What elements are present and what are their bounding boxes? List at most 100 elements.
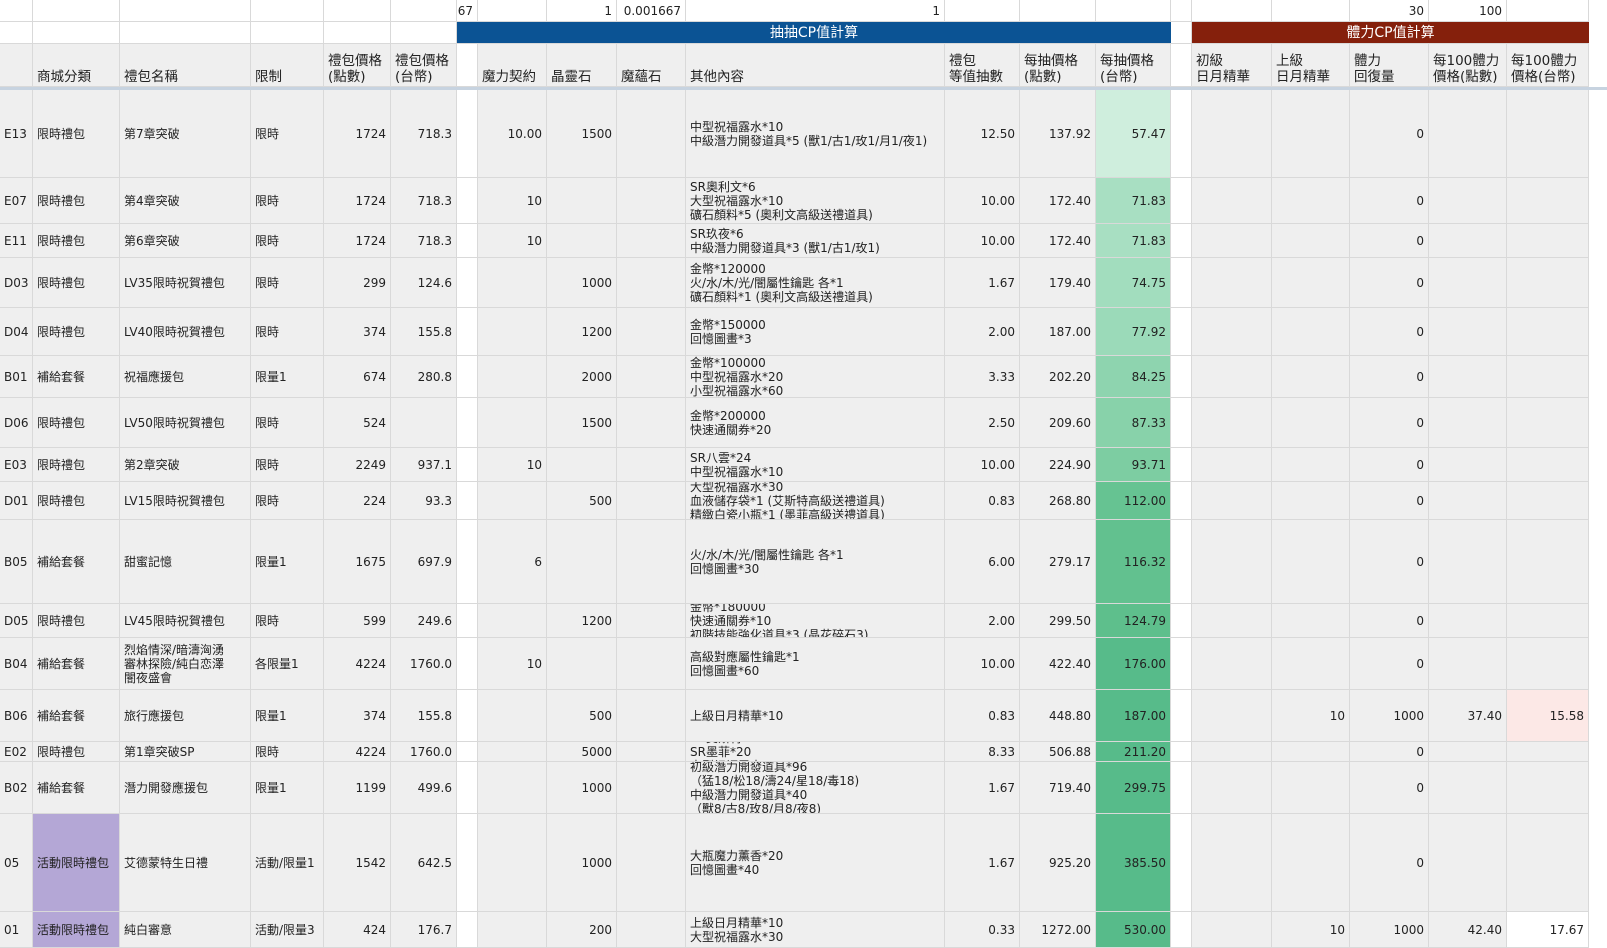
- contract-cell[interactable]: 6: [478, 520, 547, 604]
- upper-essence-cell[interactable]: 10: [1272, 690, 1350, 742]
- row-id[interactable]: D03: [0, 258, 33, 308]
- stamina-twd-cell[interactable]: [1507, 178, 1589, 224]
- per-draw-points-cell[interactable]: 202.20: [1020, 356, 1096, 398]
- row-id[interactable]: D05: [0, 604, 33, 638]
- contract-cell[interactable]: 10: [478, 178, 547, 224]
- upper-essence-cell[interactable]: [1272, 178, 1350, 224]
- per-draw-twd-cell[interactable]: 84.25: [1096, 356, 1171, 398]
- other-contents-cell[interactable]: 金幣*200000 快速通關券*20: [686, 398, 945, 448]
- stamina-cell[interactable]: 0: [1350, 742, 1429, 762]
- top-value-cell[interactable]: 100: [1429, 0, 1507, 22]
- spacer-cell[interactable]: [1171, 690, 1192, 742]
- category-cell[interactable]: 限時禮包: [33, 604, 120, 638]
- per-draw-points-cell[interactable]: 279.17: [1020, 520, 1096, 604]
- upper-essence-cell[interactable]: [1272, 308, 1350, 356]
- column-header[interactable]: 限制: [251, 44, 324, 87]
- other-contents-cell[interactable]: 金幣*50000 大型祝福露水*30 血液儲存袋*1 (艾斯特高級送禮道具) 精…: [686, 482, 945, 520]
- stamina-cell[interactable]: 0: [1350, 356, 1429, 398]
- equiv-draws-cell[interactable]: 10.00: [945, 178, 1020, 224]
- stamina-cell[interactable]: 0: [1350, 178, 1429, 224]
- header-cell[interactable]: [0, 44, 33, 87]
- stamina-twd-cell[interactable]: [1507, 814, 1589, 912]
- basic-essence-cell[interactable]: [1192, 912, 1272, 948]
- basic-essence-cell[interactable]: [1192, 356, 1272, 398]
- limit-cell[interactable]: 限時: [251, 178, 324, 224]
- price-twd-cell[interactable]: 249.6: [391, 604, 457, 638]
- stamina-twd-cell[interactable]: [1507, 308, 1589, 356]
- stamina-cell[interactable]: 0: [1350, 762, 1429, 814]
- spacer-cell[interactable]: [1171, 520, 1192, 604]
- basic-essence-cell[interactable]: [1192, 448, 1272, 482]
- spacer-cell[interactable]: [1171, 448, 1192, 482]
- column-header[interactable]: 體力 回復量: [1350, 44, 1429, 87]
- stamina-twd-cell[interactable]: [1507, 224, 1589, 258]
- equiv-draws-cell[interactable]: 0.83: [945, 690, 1020, 742]
- price-points-cell[interactable]: 524: [324, 398, 391, 448]
- header-cell[interactable]: [457, 44, 478, 87]
- equiv-draws-cell[interactable]: 2.00: [945, 308, 1020, 356]
- stamina-cell[interactable]: 1000: [1350, 690, 1429, 742]
- limit-cell[interactable]: 限時: [251, 258, 324, 308]
- magic-stone-cell[interactable]: [617, 604, 686, 638]
- spacer-cell[interactable]: [457, 482, 478, 520]
- magic-stone-cell[interactable]: [617, 638, 686, 690]
- crystal-cell[interactable]: [547, 520, 617, 604]
- column-header[interactable]: 禮包價格 (點數): [324, 44, 391, 87]
- upper-essence-cell[interactable]: [1272, 482, 1350, 520]
- category-cell[interactable]: 限時禮包: [33, 308, 120, 356]
- magic-stone-cell[interactable]: [617, 356, 686, 398]
- stamina-cell[interactable]: 0: [1350, 638, 1429, 690]
- package-name-cell[interactable]: 烈焰情深/暗濤洶湧 審林探險/純白恋澤 闇夜盛會: [120, 638, 251, 690]
- band-row-cell[interactable]: [120, 22, 251, 44]
- limit-cell[interactable]: 限時: [251, 90, 324, 178]
- upper-essence-cell[interactable]: [1272, 762, 1350, 814]
- other-contents-cell[interactable]: 大瓶魔力薰香*20 回憶圖畫*40: [686, 814, 945, 912]
- other-contents-cell[interactable]: 上級日月精華*10: [686, 690, 945, 742]
- magic-stone-cell[interactable]: [617, 520, 686, 604]
- spacer-cell[interactable]: [457, 356, 478, 398]
- spacer-cell[interactable]: [1171, 482, 1192, 520]
- column-header[interactable]: 其他內容: [686, 44, 945, 87]
- top-cell[interactable]: [1171, 0, 1192, 22]
- stamina-points-cell[interactable]: [1429, 482, 1507, 520]
- crystal-cell[interactable]: 200: [547, 912, 617, 948]
- package-name-cell[interactable]: 潛力開發應援包: [120, 762, 251, 814]
- upper-essence-cell[interactable]: [1272, 638, 1350, 690]
- price-twd-cell[interactable]: 176.7: [391, 912, 457, 948]
- limit-cell[interactable]: 各限量1: [251, 638, 324, 690]
- per-draw-points-cell[interactable]: 422.40: [1020, 638, 1096, 690]
- stamina-cell[interactable]: 0: [1350, 482, 1429, 520]
- per-draw-twd-cell[interactable]: 77.92: [1096, 308, 1171, 356]
- price-twd-cell[interactable]: 499.6: [391, 762, 457, 814]
- stamina-points-cell[interactable]: [1429, 308, 1507, 356]
- equiv-draws-cell[interactable]: 3.33: [945, 356, 1020, 398]
- other-contents-cell[interactable]: 金幣*180000 快速通關券*10 初階技能強化道具*3 (晶花碎石3): [686, 604, 945, 638]
- package-name-cell[interactable]: 第6章突破: [120, 224, 251, 258]
- price-twd-cell[interactable]: 718.3: [391, 90, 457, 178]
- per-draw-twd-cell[interactable]: 116.32: [1096, 520, 1171, 604]
- spacer-cell[interactable]: [1171, 762, 1192, 814]
- equiv-draws-cell[interactable]: 8.33: [945, 742, 1020, 762]
- stamina-cell[interactable]: 0: [1350, 814, 1429, 912]
- stamina-twd-cell[interactable]: [1507, 398, 1589, 448]
- upper-essence-cell[interactable]: [1272, 742, 1350, 762]
- price-points-cell[interactable]: 424: [324, 912, 391, 948]
- per-draw-twd-cell[interactable]: 112.00: [1096, 482, 1171, 520]
- spacer-cell[interactable]: [1171, 912, 1192, 948]
- category-cell[interactable]: 限時禮包: [33, 742, 120, 762]
- column-header[interactable]: 每抽價格 (點數): [1020, 44, 1096, 87]
- crystal-cell[interactable]: 2000: [547, 356, 617, 398]
- other-contents-cell[interactable]: 金幣*300000 初級潛力開發道具*96 （猛18/松18/濤24/星18/毒…: [686, 762, 945, 814]
- basic-essence-cell[interactable]: [1192, 258, 1272, 308]
- other-contents-cell[interactable]: 火/水/木/光/闇屬性鑰匙 各*1 回憶圖畫*30: [686, 520, 945, 604]
- contract-cell[interactable]: [478, 604, 547, 638]
- row-id[interactable]: B05: [0, 520, 33, 604]
- price-twd-cell[interactable]: [391, 398, 457, 448]
- row-id[interactable]: B04: [0, 638, 33, 690]
- basic-essence-cell[interactable]: [1192, 604, 1272, 638]
- magic-stone-cell[interactable]: [617, 912, 686, 948]
- category-cell[interactable]: 補給套餐: [33, 356, 120, 398]
- crystal-cell[interactable]: 1000: [547, 814, 617, 912]
- stamina-cell[interactable]: 1000: [1350, 912, 1429, 948]
- limit-cell[interactable]: 限時: [251, 308, 324, 356]
